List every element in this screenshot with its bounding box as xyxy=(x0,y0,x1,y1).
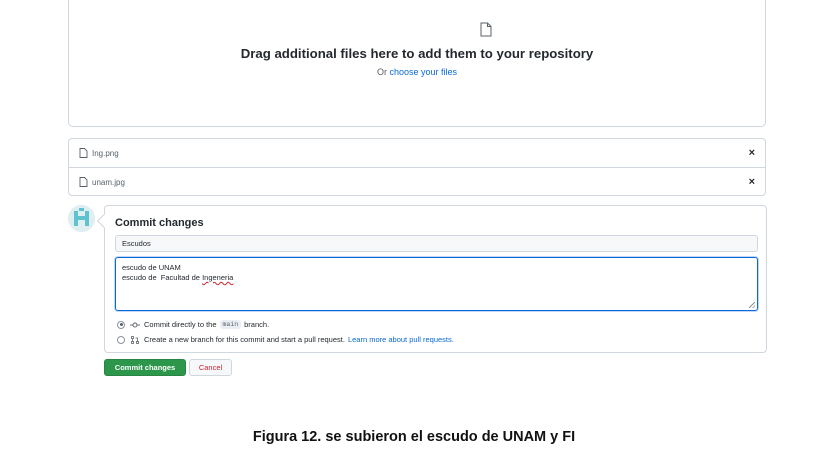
description-line-2: escudo de Facultad de xyxy=(122,273,203,282)
commit-direct-radio[interactable] xyxy=(117,320,125,329)
drop-zone-subtitle: Or choose your files xyxy=(69,67,765,77)
file-name: Ing.png xyxy=(92,148,119,158)
commit-summary-input[interactable] xyxy=(115,235,758,252)
choose-files-link[interactable]: choose your files xyxy=(389,67,457,77)
learn-more-link[interactable]: Learn more about pull requests. xyxy=(348,335,454,344)
commit-direct-text: Commit directly to the xyxy=(144,320,217,329)
file-icon xyxy=(480,22,492,37)
new-branch-option[interactable]: Create a new branch for this commit and … xyxy=(117,335,454,344)
commit-changes-panel: Commit changes escudo de UNAM escudo de … xyxy=(104,205,767,353)
new-branch-text: Create a new branch for this commit and … xyxy=(144,335,345,344)
cancel-button[interactable]: Cancel xyxy=(189,359,232,376)
commit-direct-suffix: branch. xyxy=(244,320,270,329)
file-row: Ing.png × xyxy=(69,139,765,167)
git-pull-request-icon xyxy=(130,335,140,344)
git-commit-icon xyxy=(130,322,140,327)
figure-caption: Figura 12. se subieron el escudo de UNAM… xyxy=(252,429,576,445)
file-drop-zone[interactable]: Drag additional files here to add them t… xyxy=(68,0,766,127)
avatar xyxy=(68,205,95,232)
drop-zone-prefix: Or xyxy=(376,67,387,77)
remove-file-icon[interactable]: × xyxy=(749,176,755,188)
file-row: unam.jpg × xyxy=(69,167,765,196)
branch-name: main xyxy=(219,320,242,329)
commit-title: Commit changes xyxy=(115,217,204,229)
drop-zone-title: Drag additional files here to add them t… xyxy=(240,46,594,61)
remove-file-icon[interactable]: × xyxy=(749,147,755,159)
resize-handle[interactable] xyxy=(749,302,755,308)
file-icon xyxy=(79,148,88,158)
commit-direct-option[interactable]: Commit directly to the main branch. xyxy=(117,320,269,329)
commit-changes-button[interactable]: Commit changes xyxy=(104,359,186,376)
file-name: unam.jpg xyxy=(92,177,125,187)
new-branch-radio[interactable] xyxy=(117,335,125,344)
uploaded-file-list: Ing.png × unam.jpg × xyxy=(68,138,766,196)
file-icon xyxy=(79,177,88,187)
description-line-1: escudo de UNAM xyxy=(122,263,181,272)
misspelled-word: Ingeneria xyxy=(202,273,234,282)
avatar-identicon xyxy=(68,205,95,232)
commit-description-textarea[interactable]: escudo de UNAM escudo de Facultad de Ing… xyxy=(115,257,758,311)
